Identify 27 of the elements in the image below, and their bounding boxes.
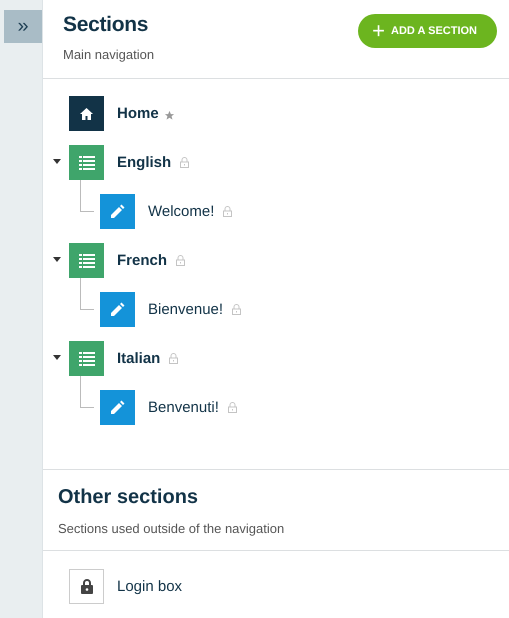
section-label[interactable]: Benvenuti! [148,399,219,416]
pencil-icon [110,400,125,416]
pencil-icon [110,204,125,220]
padlock-icon [80,579,92,594]
section-label[interactable]: Italian [117,350,160,368]
section-label[interactable]: Welcome! [148,203,214,220]
section-label[interactable]: Login box [117,578,182,595]
page-title: Sections [63,13,150,37]
list-icon [78,352,94,366]
section-label[interactable]: French [117,252,168,270]
list-icon [78,156,94,170]
section-title: Other sections [58,486,200,509]
tree-connector [80,278,94,310]
tree-connector [80,376,94,408]
section-subtitle: Sections used outside of the navigation [58,520,286,536]
caret-icon[interactable] [53,159,61,164]
page-subtitle: Main navigation [63,47,154,62]
caret-icon[interactable] [53,355,61,360]
caret-icon[interactable] [53,257,61,262]
list-icon [78,254,94,268]
home-icon [80,108,93,120]
section-label[interactable]: English [117,154,172,172]
tree-connector [80,180,94,212]
expand-sidebar-button[interactable]: » [4,10,42,43]
pencil-icon [110,302,125,318]
section-label[interactable]: Home [117,105,159,122]
section-label[interactable]: Bienvenue! [148,301,224,318]
